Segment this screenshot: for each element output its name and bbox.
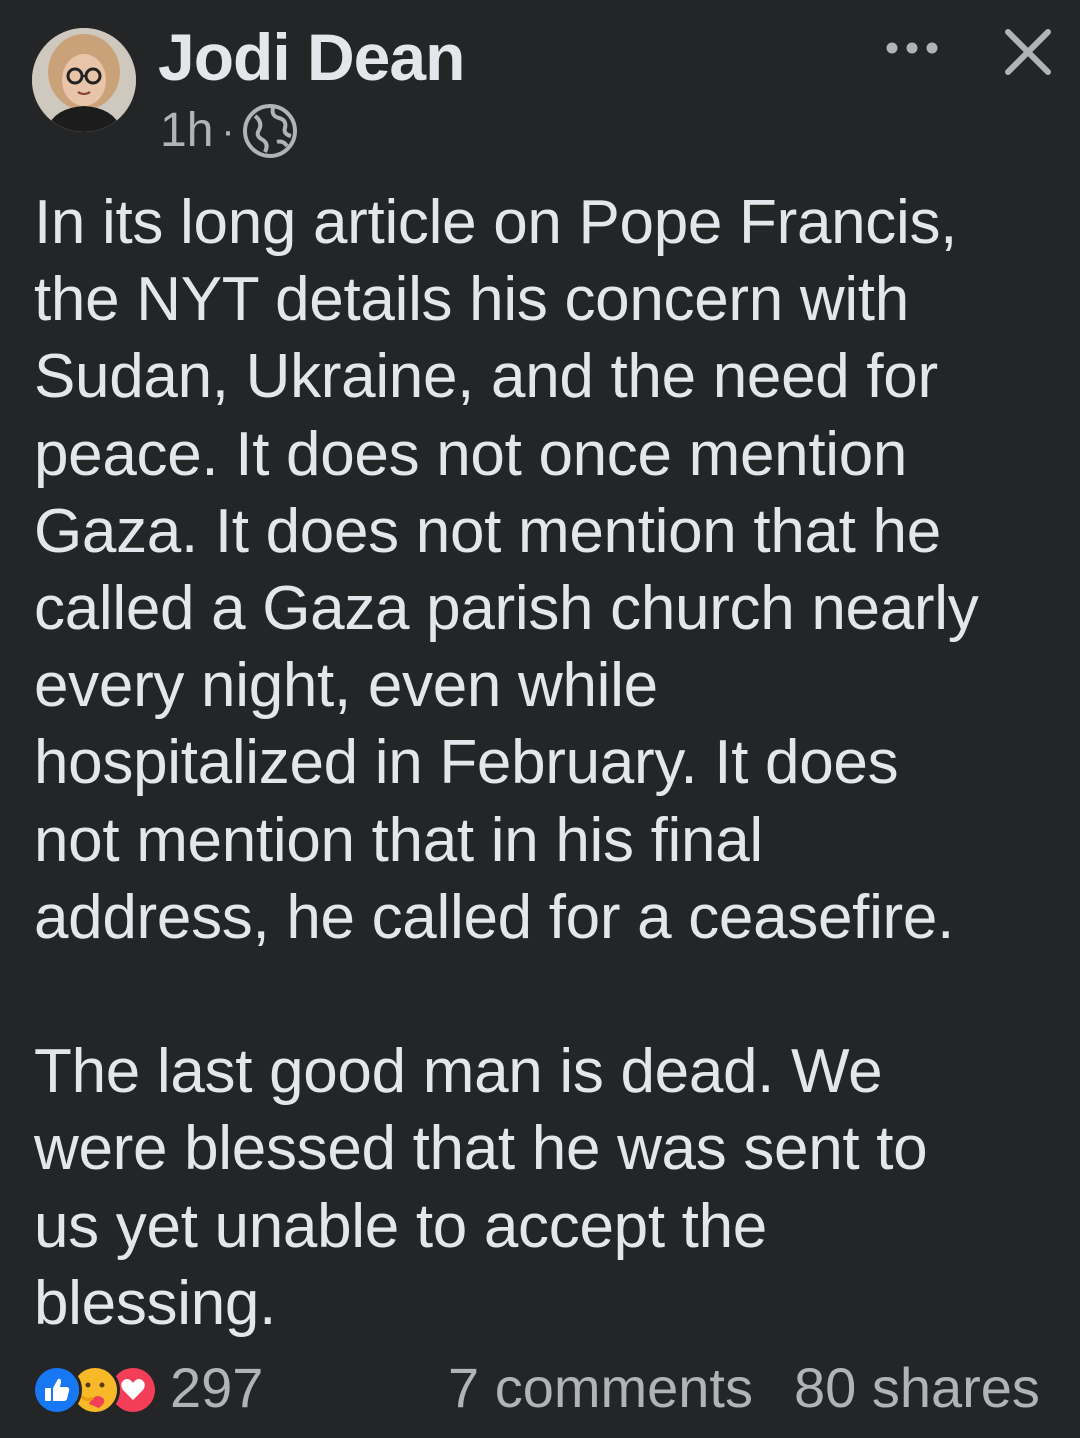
globe-icon[interactable] [241,102,299,160]
shares-count[interactable]: 80 shares [794,1356,1040,1420]
like-icon [32,1365,82,1415]
close-button[interactable] [996,20,1060,84]
more-options-button[interactable] [880,28,944,68]
post-line: Gaza. It does not mention that he [34,496,941,566]
post-line: Sudan, Ukraine, and the need for [34,342,938,412]
post-header: Jodi Dean 1h · [0,0,1080,170]
post-line: called a Gaza parish church nearly [34,574,979,644]
close-icon [1005,29,1051,75]
reaction-count[interactable]: 297 [170,1356,263,1420]
post-line: were blessed that he was sent to [34,1114,928,1184]
post-line: hospitalized in February. It does [34,728,899,798]
post-line: blessing. [34,1268,277,1338]
post-timestamp[interactable]: 1h [160,100,213,162]
post-line: In its long article on Pope Francis, [34,188,958,257]
post-text: In its long article on Pope Francis, the… [34,184,1054,1342]
post-line: address, he called for a ceasefire. [34,882,955,952]
author-avatar[interactable] [32,28,136,132]
comments-count[interactable]: 7 comments [448,1356,753,1420]
more-options-icon [886,42,938,54]
meta-separator: · [221,109,235,153]
post-footer: 297 7 comments 80 shares [0,1352,1080,1424]
post-line: the NYT details his concern with [34,265,909,335]
post-line: every night, even while [34,651,658,721]
post-line: us yet unable to accept the [34,1191,767,1261]
reactions-summary[interactable] [32,1365,158,1415]
post-meta: 1h · [160,100,299,162]
author-name[interactable]: Jodi Dean [158,20,465,94]
post-line: not mention that in his final [34,805,763,875]
post-line: The last good man is dead. We [34,1037,883,1107]
post-line: peace. It does not once mention [34,419,908,489]
